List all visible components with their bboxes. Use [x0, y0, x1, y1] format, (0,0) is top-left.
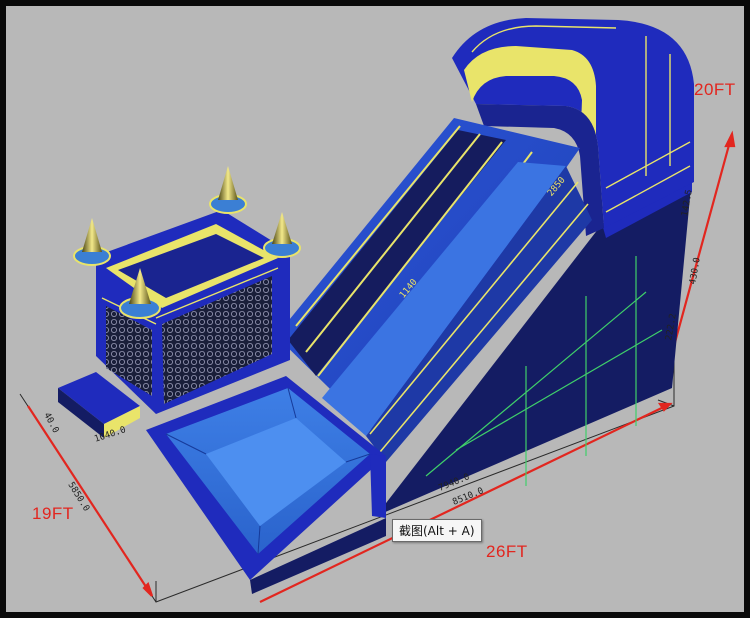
- screenshot-tooltip: 截图(Alt + A): [392, 519, 482, 542]
- bounce-house: [73, 166, 301, 414]
- length-label: 26FT: [486, 542, 528, 561]
- height-label: 20FT: [694, 80, 736, 99]
- turret-right: [263, 212, 301, 258]
- turret-left: [73, 218, 111, 266]
- width-label: 19FT: [32, 504, 74, 523]
- bounce-slide-render: [19, 18, 736, 603]
- render-frame: 20FT 19FT 26FT 142.5 430.0 222.2 7940.0 …: [6, 6, 744, 612]
- turret-back: [209, 166, 247, 214]
